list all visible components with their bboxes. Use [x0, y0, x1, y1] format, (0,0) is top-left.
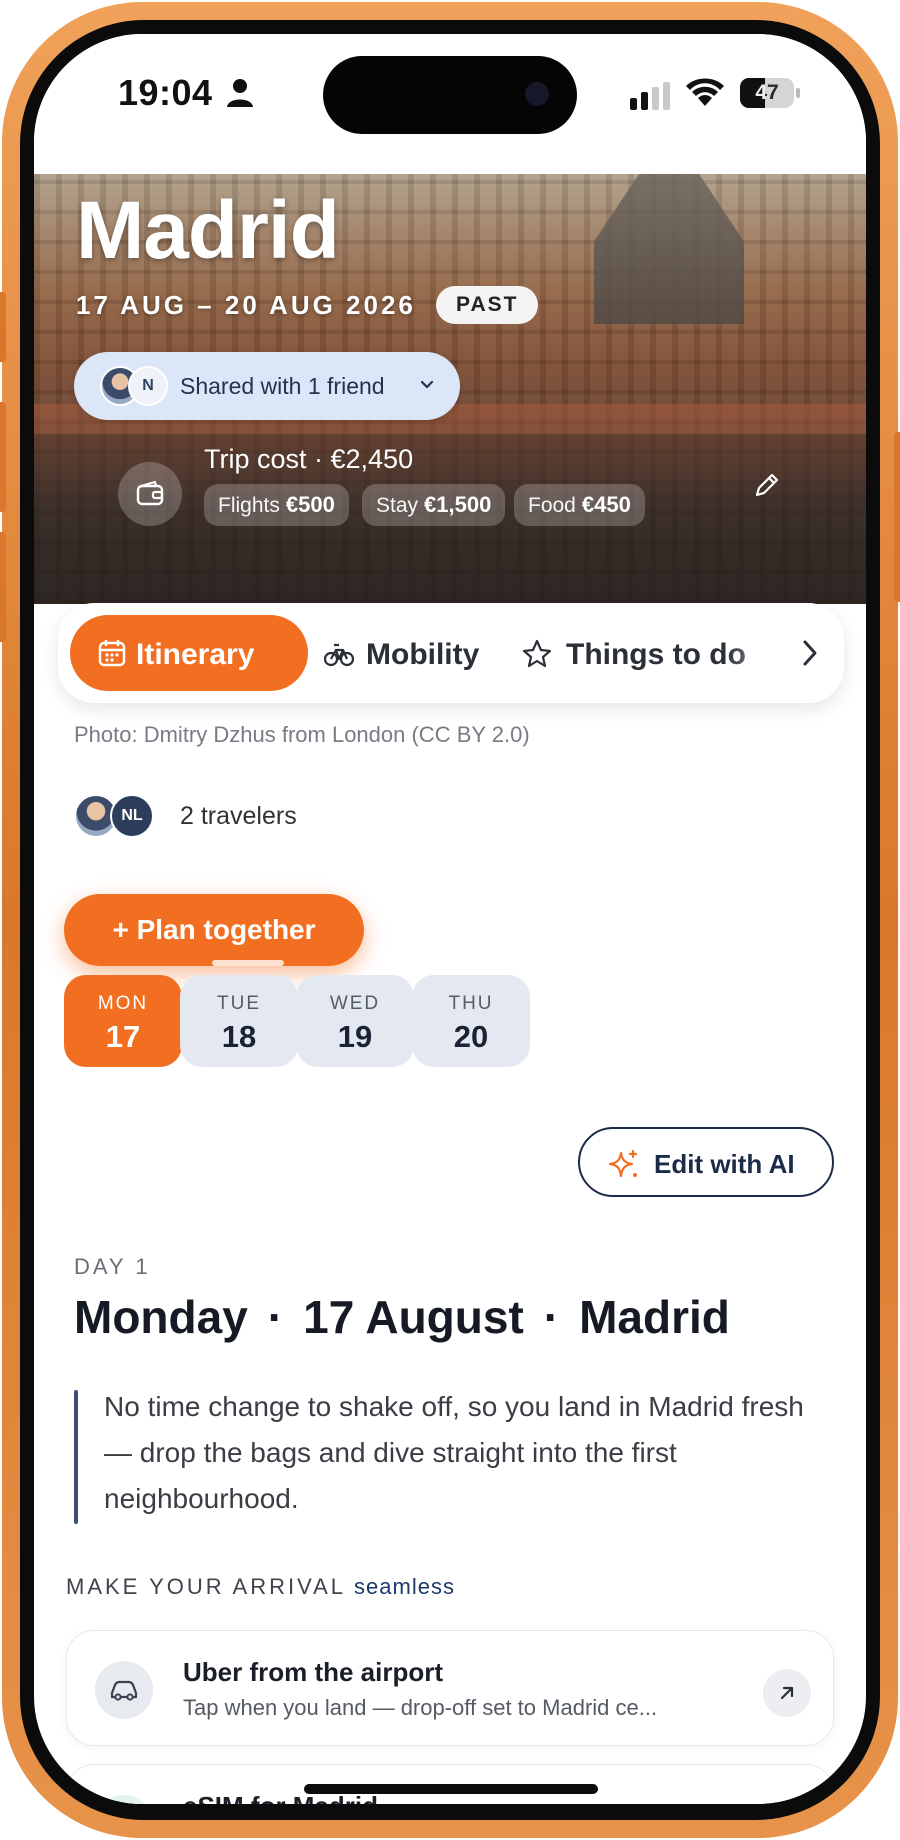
trip-dates: 17 AUG – 20 AUG 2026	[76, 290, 416, 320]
star-icon	[522, 639, 552, 668]
arrow-up-right-icon[interactable]	[763, 1669, 811, 1717]
arrival-kicker-highlight: seamless	[354, 1574, 455, 1599]
wallet-icon	[118, 462, 182, 526]
photo-credit: Photo: Dmitry Dzhus from London (CC BY 2…	[74, 722, 530, 747]
cost-chip-flights: Flights €500	[204, 484, 349, 526]
day-weekday: THU	[448, 993, 494, 1014]
status-badge: PAST	[436, 286, 539, 324]
cost-chip-stay: Stay €1,500	[362, 484, 506, 526]
cost-chip-label: Stay	[376, 494, 419, 517]
sim-icon	[95, 1795, 153, 1804]
day-tab-thu[interactable]: THU 20	[412, 975, 530, 1067]
trip-hero: Madrid 17 AUG – 20 AUG 2026 PAST N Share…	[34, 174, 866, 604]
day-heading-city: Madrid	[579, 1291, 730, 1343]
day-date: 17	[105, 1019, 141, 1054]
day-tab-tue[interactable]: TUE 18	[180, 975, 298, 1067]
chevron-down-icon	[420, 380, 434, 389]
avatar-initials: NL	[110, 794, 154, 838]
cost-chip-label: Flights	[218, 494, 280, 517]
dynamic-island	[323, 56, 577, 134]
tab-label: Itinerary	[136, 638, 255, 671]
day-weekday: TUE	[217, 993, 261, 1014]
edit-with-ai-button[interactable]: Edit with AI	[578, 1127, 834, 1197]
uber-airport-card[interactable]: Uber from the airport Tap when you land …	[66, 1630, 834, 1746]
cost-chip-value: €500	[285, 492, 335, 517]
cost-chip-value: €450	[581, 492, 631, 517]
day-heading-separator: ·	[543, 1291, 560, 1343]
hero-photo-tower	[594, 174, 744, 324]
app-screen: 19:04 47 Madrid 17 AUG – 20 AUG 2026 PAS…	[34, 34, 866, 1804]
battery-indicator: 47	[740, 78, 794, 108]
day-tab-wed[interactable]: WED 19	[296, 975, 414, 1067]
status-bar: 19:04 47	[34, 34, 866, 174]
side-button	[894, 432, 900, 602]
battery-percent: 47	[755, 81, 779, 104]
cellular-signal-icon	[630, 82, 670, 110]
cost-chip-value: €1,500	[424, 492, 492, 517]
car-icon	[95, 1661, 153, 1719]
trip-tab-bar: Itinerary Mobility Things to do	[58, 603, 844, 703]
card-title: Uber from the airport	[183, 1657, 444, 1687]
volume-up-button	[0, 402, 6, 512]
edit-with-ai-label: Edit with AI	[654, 1149, 795, 1179]
tab-scroll-fade	[724, 603, 844, 703]
plan-progress-indicator	[166, 960, 330, 966]
day-weekday: WED	[329, 993, 381, 1014]
sparkles-icon	[608, 1149, 638, 1178]
tab-label: Things to do	[566, 638, 746, 671]
calendar-icon	[98, 640, 126, 667]
tab-label: Mobility	[366, 638, 480, 671]
wifi-icon	[686, 78, 724, 106]
day-date: 18	[221, 1019, 257, 1054]
action-button	[0, 292, 6, 362]
plan-together-button[interactable]: + Plan together	[64, 894, 364, 966]
travelers-count: 2 travelers	[180, 802, 297, 830]
day-date: 19	[337, 1019, 373, 1054]
status-time: 19:04	[118, 72, 213, 113]
tab-mobility[interactable]: Mobility	[312, 615, 492, 691]
bike-icon	[324, 643, 354, 667]
day-tab-mon[interactable]: MON 17	[64, 975, 182, 1067]
day-kicker: DAY 1	[74, 1254, 151, 1279]
cost-chip-label: Food	[528, 494, 576, 517]
person-icon	[227, 79, 253, 107]
day-weekday: MON	[97, 993, 149, 1014]
avatar-initial: N	[128, 366, 168, 406]
battery-cap	[796, 88, 800, 98]
day-heading-weekday: Monday	[74, 1291, 248, 1343]
arrival-kicker-label: MAKE YOUR ARRIVAL	[66, 1574, 347, 1599]
day-heading-separator: ·	[267, 1291, 284, 1343]
shared-with-label: Shared with 1 friend	[180, 373, 385, 399]
home-indicator[interactable]	[304, 1784, 598, 1794]
day-date: 20	[453, 1019, 489, 1054]
day-heading-date: 17 August	[303, 1291, 524, 1343]
chevron-right-icon[interactable]	[802, 639, 818, 667]
trip-cost-title: Trip cost · €2,450	[204, 444, 414, 474]
cost-chip-food: Food €450	[514, 484, 645, 526]
shared-with-button[interactable]: N Shared with 1 friend	[74, 352, 460, 420]
quote-bar	[74, 1390, 78, 1524]
card-subtitle: Tap when you land — drop-off set to Madr…	[183, 1695, 658, 1720]
arrival-kicker: MAKE YOUR ARRIVAL seamless	[66, 1574, 455, 1600]
pencil-icon[interactable]	[752, 470, 782, 500]
volume-down-button	[0, 532, 6, 642]
trip-city-title: Madrid	[76, 185, 340, 276]
tab-itinerary[interactable]: Itinerary	[70, 615, 308, 691]
day-intro: No time change to shake off, so you land…	[104, 1391, 804, 1514]
day-heading: Monday · 17 August · Madrid	[74, 1290, 730, 1344]
